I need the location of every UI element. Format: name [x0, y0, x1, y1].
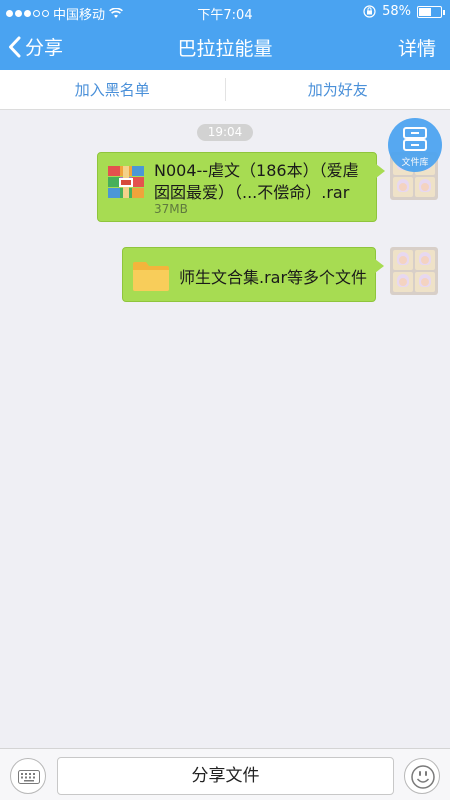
emoji-icon [411, 765, 435, 789]
add-friend-button[interactable]: 加为好友 [226, 70, 450, 109]
navigation-bar: 分享 巴拉拉能量 详情 [0, 24, 450, 70]
orientation-lock-icon [363, 5, 376, 18]
keyboard-icon [18, 770, 40, 784]
file-name: 师生文合集.rar等多个文件 [179, 268, 368, 287]
avatar[interactable] [390, 247, 438, 295]
file-name: N004--虐文（186本）（爱虐囡囡最爱）（...不偿命）.rar [154, 161, 359, 202]
message-timestamp: 19:04 [197, 124, 253, 141]
file-library-label: 文件库 [401, 158, 429, 168]
status-right: 58% [363, 4, 445, 19]
back-label: 分享 [25, 37, 64, 59]
keyboard-button[interactable] [10, 758, 46, 794]
folder-icon [133, 262, 169, 291]
page-title: 巴拉拉能量 [177, 38, 273, 60]
back-button[interactable]: 分享 [8, 33, 63, 60]
file-size: 37MB [154, 202, 188, 216]
contact-actions-bar: 加入黑名单 加为好友 [0, 70, 450, 110]
status-bar: 中国移动 下午7:04 58% [0, 0, 450, 24]
details-button[interactable]: 详情 [398, 34, 436, 61]
file-message-bubble[interactable]: 师生文合集.rar等多个文件 [122, 247, 384, 302]
header: 中国移动 下午7:04 58% 分享 巴拉拉能量 详情 [0, 0, 450, 70]
file-library-button[interactable]: 文件库 [388, 118, 442, 172]
file-message-bubble[interactable]: N004--虐文（186本）（爱虐囡囡最爱）（...不偿命）.rar 37MB [97, 152, 385, 222]
add-to-blacklist-button[interactable]: 加入黑名单 [0, 70, 225, 109]
battery-icon [417, 5, 445, 18]
file-cabinet-icon [403, 127, 427, 151]
chevron-left-icon [9, 36, 21, 57]
bottom-toolbar: 分享文件 [0, 748, 450, 800]
emoji-button[interactable] [404, 758, 440, 794]
share-file-button[interactable]: 分享文件 [57, 757, 394, 795]
rar-archive-icon [108, 166, 144, 198]
battery-percent: 58% [382, 4, 411, 19]
